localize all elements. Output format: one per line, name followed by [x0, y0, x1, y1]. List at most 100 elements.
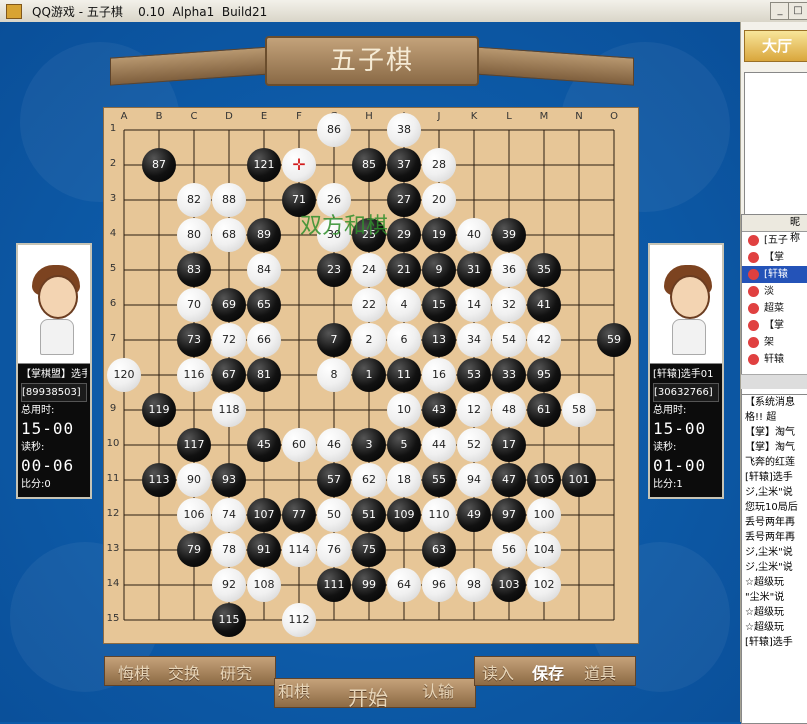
- window-title: QQ游戏 - 五子棋 0.10 Alpha1 Build21: [32, 5, 268, 19]
- player-left-name: 【掌棋盟】选手0: [21, 369, 87, 380]
- column-label: A: [120, 111, 128, 122]
- chat-line: 飞奔的红莲: [745, 457, 795, 468]
- black-stone: 31: [457, 253, 491, 287]
- list-item[interactable]: 淡: [742, 283, 807, 300]
- white-stone: 100: [527, 498, 561, 532]
- maximize-button[interactable]: □: [788, 2, 807, 20]
- white-stone: 44: [422, 428, 456, 462]
- save-button[interactable]: 保存: [532, 660, 564, 684]
- list-item-label: 轩辕: [764, 354, 784, 365]
- player-list-scrollbar[interactable]: [741, 374, 807, 389]
- black-stone: 13: [422, 323, 456, 357]
- resign-button[interactable]: 认输: [422, 678, 454, 702]
- white-stone: 24: [352, 253, 386, 287]
- row-label: 6: [109, 298, 117, 309]
- white-stone: 104: [527, 533, 561, 567]
- black-stone: 39: [492, 218, 526, 252]
- list-item-label: [五子: [764, 235, 788, 246]
- list-item[interactable]: 【掌: [742, 317, 807, 334]
- list-item[interactable]: [五子: [742, 232, 807, 249]
- white-stone: 90: [177, 463, 211, 497]
- chat-line: ジ,尘米"说: [745, 562, 793, 573]
- black-stone: 105: [527, 463, 561, 497]
- list-item[interactable]: 超菜: [742, 300, 807, 317]
- lobby-button[interactable]: 大厅: [744, 30, 807, 62]
- white-stone: 50: [317, 498, 351, 532]
- black-stone: 121: [247, 148, 281, 182]
- row-label: 14: [106, 578, 120, 589]
- black-stone: 9: [422, 253, 456, 287]
- white-stone: 86: [317, 113, 351, 147]
- chat-line: 丢号两年再: [745, 517, 795, 528]
- black-stone: 119: [142, 393, 176, 427]
- black-stone: 61: [527, 393, 561, 427]
- chat-line: ジ,尘米"说: [745, 547, 793, 558]
- black-stone: 19: [422, 218, 456, 252]
- black-stone: 77: [282, 498, 316, 532]
- white-stone: 58: [562, 393, 596, 427]
- black-stone: 59: [597, 323, 631, 357]
- white-stone: 14: [457, 288, 491, 322]
- black-stone: 57: [317, 463, 351, 497]
- white-stone: 106: [177, 498, 211, 532]
- study-button[interactable]: 研究: [220, 660, 252, 684]
- white-stone: 68: [212, 218, 246, 252]
- list-item[interactable]: [轩辕: [742, 266, 807, 283]
- black-stone: 109: [387, 498, 421, 532]
- black-stone: 41: [527, 288, 561, 322]
- row-label: 9: [109, 403, 117, 414]
- undo-button[interactable]: 悔棋: [118, 660, 150, 684]
- user-icon: [748, 252, 759, 263]
- white-stone: 22: [352, 288, 386, 322]
- black-stone: 89: [247, 218, 281, 252]
- white-stone: 40: [457, 218, 491, 252]
- user-icon: [748, 337, 759, 348]
- tools-button[interactable]: 道具: [584, 660, 616, 684]
- white-stone: 98: [457, 568, 491, 602]
- white-stone: 54: [492, 323, 526, 357]
- black-stone: 79: [177, 533, 211, 567]
- black-stone: 67: [212, 358, 246, 392]
- row-label: 11: [106, 473, 120, 484]
- white-stone: 108: [247, 568, 281, 602]
- chat-line: "尘米"说: [745, 592, 785, 603]
- white-stone: 74: [212, 498, 246, 532]
- white-stone: 56: [492, 533, 526, 567]
- minimize-button[interactable]: _: [770, 2, 790, 20]
- black-stone: 47: [492, 463, 526, 497]
- black-stone: 87: [142, 148, 176, 182]
- white-stone: 118: [212, 393, 246, 427]
- black-stone: 5: [387, 428, 421, 462]
- list-header-nickname[interactable]: 昵称: [742, 215, 807, 244]
- column-label: O: [610, 111, 618, 122]
- white-stone: 116: [177, 358, 211, 392]
- app-icon: [6, 4, 22, 19]
- chat-line: 丢号两年再: [745, 532, 795, 543]
- white-stone: 6: [387, 323, 421, 357]
- swap-button[interactable]: 交换: [168, 660, 200, 684]
- black-stone: 21: [387, 253, 421, 287]
- row-label: 7: [109, 333, 117, 344]
- black-stone: 7: [317, 323, 351, 357]
- last-move-marker: ✛: [282, 148, 316, 182]
- list-item[interactable]: 架: [742, 334, 807, 351]
- list-item[interactable]: 【掌: [742, 249, 807, 266]
- list-item-label: [轩辕: [764, 269, 788, 280]
- player-left-read-time: 00-06: [21, 456, 75, 475]
- white-stone: 18: [387, 463, 421, 497]
- white-stone: 80: [177, 218, 211, 252]
- list-item[interactable]: 轩辕: [742, 351, 807, 368]
- white-stone: 94: [457, 463, 491, 497]
- draw-button[interactable]: 和棋: [278, 678, 310, 702]
- player-left-avatar: [18, 245, 90, 364]
- crosshair-icon: ✛: [292, 155, 306, 174]
- black-stone: 101: [562, 463, 596, 497]
- row-label: 1: [109, 123, 117, 134]
- black-stone: 75: [352, 533, 386, 567]
- load-button[interactable]: 读入: [482, 660, 514, 684]
- white-stone: 46: [317, 428, 351, 462]
- chat-line: ☆超级玩: [745, 607, 784, 618]
- start-button[interactable]: 开始: [348, 682, 388, 711]
- black-stone: 99: [352, 568, 386, 602]
- chat-line: ☆超级玩: [745, 622, 784, 633]
